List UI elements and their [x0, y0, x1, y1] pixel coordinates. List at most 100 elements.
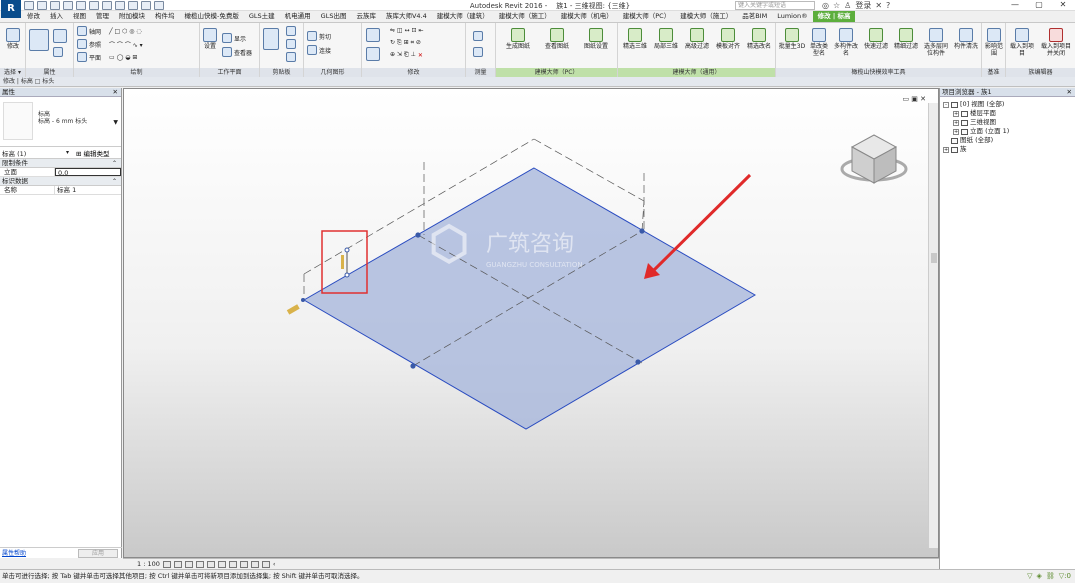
copy-button[interactable] [286, 39, 296, 49]
tree-node[interactable]: 图纸 (全部) [943, 136, 1075, 145]
section-icon[interactable] [128, 1, 138, 10]
show-workplane-button[interactable]: 显示 [222, 33, 246, 43]
scrollbar-thumb[interactable] [931, 253, 937, 263]
ribbon-tab[interactable]: 族库大师V4.4 [381, 11, 432, 22]
expand-toggle-icon[interactable]: + [943, 146, 949, 153]
property-value-field[interactable]: 标高 1 [55, 186, 121, 194]
ref-plane-icon[interactable] [77, 39, 87, 49]
ribbon-tab[interactable]: 机电通用 [280, 11, 316, 22]
binoculars-icon[interactable]: ◎ [822, 1, 829, 10]
property-section-header[interactable]: 限制条件 ⌃ [0, 159, 121, 168]
ribbon-tab[interactable]: 视图 [68, 11, 91, 22]
search-input[interactable]: 键入关键字或短语 [735, 1, 815, 10]
minimize-icon[interactable]: — [1003, 0, 1027, 11]
view-drawing-button[interactable]: 查看图纸 [539, 28, 575, 50]
type-selector[interactable]: 标高 标高 - 6 mm 标头 ▼ [0, 97, 121, 147]
match-button[interactable] [286, 52, 296, 62]
rename-type-button[interactable]: 单改类型名 [808, 28, 830, 57]
expand-toggle-icon[interactable]: + [953, 128, 959, 135]
ribbon-tab[interactable]: 建模大师（建筑） [432, 11, 494, 22]
move-button[interactable] [366, 47, 380, 62]
login-link[interactable]: 登录 [855, 0, 871, 11]
crop-view-icon[interactable] [217, 560, 226, 568]
help-icon[interactable]: ? [886, 1, 890, 10]
properties-button[interactable] [29, 29, 49, 52]
load-into-project-button[interactable]: 载入到项目 [1008, 28, 1036, 57]
property-section-header[interactable]: 标识数据 ⌃ [0, 177, 121, 186]
temp-hide-icon[interactable] [250, 560, 259, 568]
switch-windows-icon[interactable] [154, 1, 164, 10]
tree-node[interactable]: + 族 [943, 145, 1075, 154]
link-icon[interactable]: ⛓ [1046, 570, 1055, 583]
workplane-viewer-button[interactable]: 查看器 [222, 47, 252, 57]
set-workplane-button[interactable]: 设置 [203, 28, 217, 50]
load-and-close-button[interactable]: 载入到项目并关闭 [1039, 28, 1073, 57]
chevron-down-icon[interactable]: ▼ [113, 119, 118, 126]
drawing-settings-button[interactable]: 图纸设置 [578, 28, 614, 50]
show-crop-icon[interactable] [228, 560, 237, 568]
ribbon-tab[interactable]: 云族库 [351, 11, 381, 22]
viewport-window-controls[interactable]: ▭ ▣ ✕ [902, 95, 926, 103]
measure-button[interactable] [473, 31, 483, 41]
ribbon-tab[interactable]: 构件坞 [150, 11, 180, 22]
chevron-down-icon[interactable]: ▾ [66, 149, 69, 156]
ribbon-tab[interactable]: 建模大师（施工） [494, 11, 556, 22]
paste-button[interactable] [263, 28, 279, 51]
ribbon-tab[interactable]: 建模大师（施工） [675, 11, 737, 22]
multi-rename-button[interactable]: 多构件改名 [833, 28, 859, 57]
ribbon-tab[interactable]: 品茗BIM [737, 11, 772, 22]
close-hidden-icon[interactable] [141, 1, 151, 10]
expand-toggle-icon[interactable]: + [953, 110, 959, 117]
ribbon-tab[interactable]: 建模大师（PC） [618, 11, 675, 22]
ribbon-tab[interactable]: GLS出图 [316, 11, 352, 22]
close-icon[interactable]: ✕ [1051, 0, 1075, 11]
property-value-field[interactable]: 0.0 [55, 168, 121, 177]
undo-icon[interactable] [50, 1, 60, 10]
influence-range-button[interactable]: 影响范围 [984, 28, 1004, 57]
apply-button[interactable]: 应用 [78, 549, 118, 558]
edit-type-button[interactable]: ⊞ 编辑类型 [76, 148, 110, 158]
application-menu-button[interactable]: R [1, 0, 21, 18]
redo-icon[interactable] [63, 1, 73, 10]
ribbon-tab[interactable]: 附加模块 [114, 11, 150, 22]
print-icon[interactable] [76, 1, 86, 10]
ribbon-tab[interactable]: Lumion® [772, 11, 812, 22]
ribbon-tab[interactable]: 建模大师（机电） [556, 11, 618, 22]
tree-node[interactable]: + 楼层平面 [943, 109, 1075, 118]
plane-icon[interactable] [77, 52, 87, 62]
scale-label[interactable]: 1 : 100 [137, 560, 160, 568]
local-3d-button[interactable]: 局部三维 [651, 28, 681, 50]
family-category-button[interactable] [53, 47, 63, 57]
tree-node[interactable]: + 立面 (立面 1) [943, 127, 1075, 136]
align-button[interactable] [366, 28, 380, 43]
generate-drawing-button[interactable]: 生成图纸 [500, 28, 536, 50]
grid-icon[interactable] [77, 26, 87, 36]
3d-view-icon[interactable] [115, 1, 125, 10]
ribbon-tab[interactable]: 修改 [22, 11, 45, 22]
type-properties-button[interactable] [53, 29, 67, 44]
ribbon-tab[interactable]: 橄榄山快模-免费版 [180, 11, 244, 22]
clean-component-button[interactable]: 构件清洗 [952, 28, 980, 50]
modify-button[interactable]: 修改 [2, 28, 24, 50]
filter-count-icon[interactable]: ▽:0 [1059, 570, 1071, 583]
user-icon[interactable]: ♙ [844, 1, 851, 10]
tree-node[interactable]: + 三维视图 [943, 118, 1075, 127]
tree-node[interactable]: - [0] 视图 (全部) [943, 100, 1075, 109]
delete-icon[interactable]: ✕ [418, 52, 423, 59]
fine-filter-button[interactable]: 精细过滤 [892, 28, 920, 50]
detail-level-icon[interactable] [162, 560, 171, 568]
text-icon[interactable] [102, 1, 112, 10]
select-rename-button[interactable]: 精选改名 [744, 28, 774, 50]
ribbon-tab[interactable]: 管理 [91, 11, 114, 22]
open-icon[interactable] [24, 1, 34, 10]
batch-3d-button[interactable]: 批量生3D [778, 28, 806, 50]
multi-level-select-button[interactable]: 选多层同位构件 [922, 28, 950, 57]
vertical-scrollbar[interactable] [928, 103, 938, 548]
maximize-icon[interactable]: ▢ [1027, 0, 1051, 11]
ribbon-tab[interactable]: 修改 | 标高 [812, 11, 856, 22]
expand-toggle-icon[interactable]: + [953, 119, 959, 126]
expand-toggle-icon[interactable]: - [943, 101, 949, 108]
template-align-button[interactable]: 模板对齐 [713, 28, 743, 50]
3d-viewport[interactable]: ⬡ 广筑咨询 GUANGZHU CONSULTATION ▭ ▣ ✕ [123, 88, 939, 558]
advanced-filter-button[interactable]: 高级过滤 [682, 28, 712, 50]
